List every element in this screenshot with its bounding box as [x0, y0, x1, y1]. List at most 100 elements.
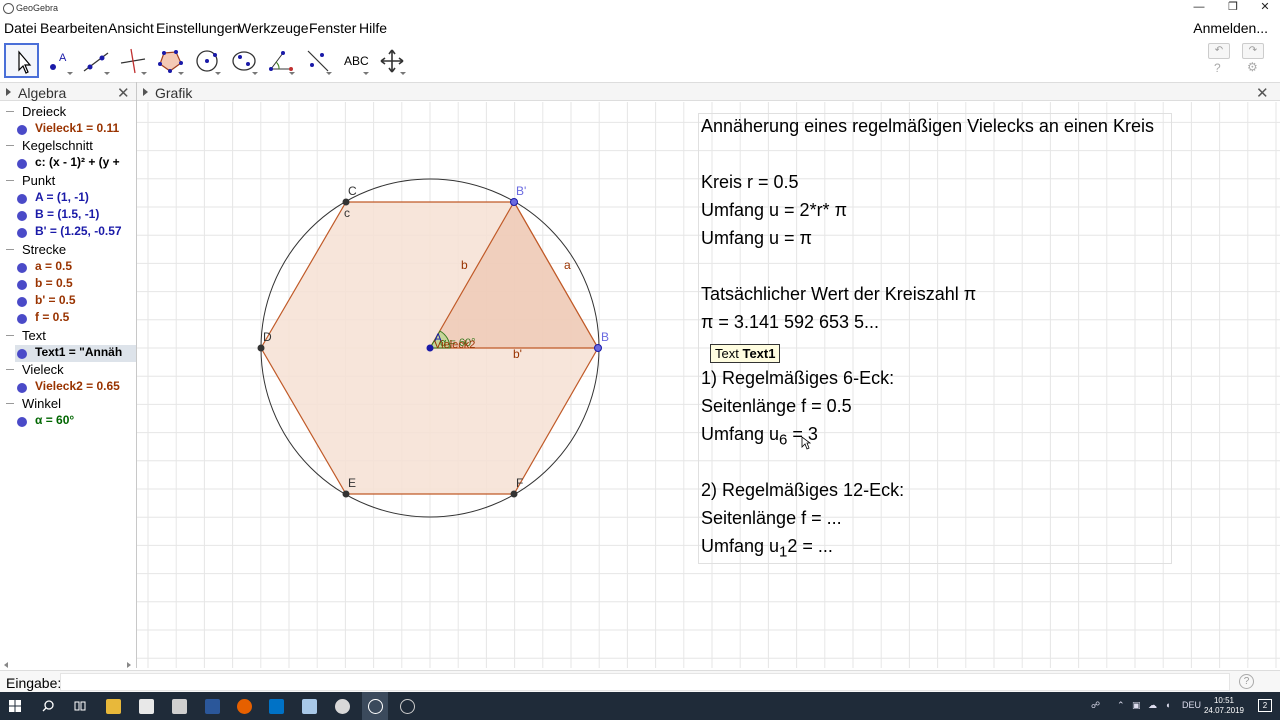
app-icon[interactable] [205, 699, 220, 714]
visibility-toggle-icon[interactable] [17, 383, 27, 393]
search-icon[interactable] [42, 700, 54, 712]
algebra-group-label[interactable]: Vieleck [22, 362, 64, 377]
visibility-toggle-icon[interactable] [17, 210, 27, 221]
algebra-item[interactable]: Vieleck2 = 0.65 [15, 379, 136, 396]
visibility-toggle-icon[interactable] [17, 193, 27, 204]
visibility-toggle-icon[interactable] [17, 125, 27, 135]
visibility-toggle-icon[interactable] [17, 262, 27, 273]
app-icon[interactable] [335, 699, 350, 714]
menu-ansicht[interactable]: Ansicht [108, 20, 154, 36]
text-tool-button[interactable]: ABC [337, 43, 372, 78]
menu-werkzeuge[interactable]: Werkzeuge [238, 20, 309, 36]
algebra-group-label[interactable]: Winkel [22, 396, 61, 411]
help-icon[interactable]: ? [1214, 61, 1221, 75]
group-connector [6, 334, 14, 336]
geogebra-classic-icon[interactable] [400, 699, 415, 714]
settings-gear-icon[interactable]: ⚙ [1247, 60, 1258, 74]
notes-icon[interactable] [302, 699, 317, 714]
polygon-tool-button[interactable] [152, 43, 187, 78]
point-tool-button[interactable]: A [41, 43, 76, 78]
algebra-item[interactable]: c: (x - 1)² + (y + [15, 155, 136, 172]
undo-button[interactable]: ↶ [1208, 43, 1230, 59]
algebra-item[interactable]: f = 0.5 [15, 310, 136, 327]
algebra-group-label[interactable]: Dreieck [22, 104, 66, 119]
taskbar-clock[interactable]: 10:51 24.07.2019 [1204, 696, 1244, 716]
outlook-icon[interactable] [269, 699, 284, 714]
calculator-icon[interactable] [172, 699, 187, 714]
move-tool-button[interactable] [4, 43, 39, 78]
menu-hilfe[interactable]: Hilfe [359, 20, 387, 36]
text-line-pi-heading: Tatsächlicher Wert der Kreiszahl π [701, 284, 977, 304]
chevron-down-icon [400, 72, 406, 75]
window-title: GeoGebra [16, 3, 59, 13]
geogebra-taskbar-icon[interactable] [368, 699, 383, 714]
algebra-item[interactable]: Vieleck1 = 0.11 [15, 121, 136, 138]
cloud-icon[interactable]: ☁ [1148, 700, 1157, 711]
line-tool-button[interactable] [78, 43, 113, 78]
maximize-button[interactable]: ❐ [1216, 0, 1250, 17]
point-a[interactable] [426, 344, 434, 352]
visibility-toggle-icon[interactable] [17, 314, 27, 325]
close-algebra-view-button[interactable]: ✕ [117, 84, 130, 102]
point-d[interactable] [257, 344, 265, 352]
input-help-button[interactable]: ? [1239, 674, 1254, 689]
visibility-toggle-icon[interactable] [17, 417, 27, 428]
mail-icon[interactable] [139, 699, 154, 714]
algebra-item[interactable]: α = 60° [15, 413, 136, 430]
minimize-button[interactable]: — [1182, 0, 1216, 17]
chevron-up-icon[interactable]: ⌃ [1117, 700, 1125, 711]
menu-fenster[interactable]: Fenster [309, 20, 356, 36]
point-e[interactable] [342, 490, 350, 498]
people-icon[interactable]: ☍ [1091, 700, 1100, 711]
angle-tool-button[interactable] [263, 43, 298, 78]
point-b[interactable] [594, 344, 602, 352]
circle-tool-button[interactable] [189, 43, 224, 78]
algebra-group-label[interactable]: Punkt [22, 173, 55, 188]
algebra-item[interactable]: b' = 0.5 [15, 293, 136, 310]
algebra-item[interactable]: Text1 = "Annäh [15, 344, 136, 362]
collapse-caret-icon[interactable] [143, 88, 148, 96]
menu-bearbeiten[interactable]: Bearbeiten [40, 20, 108, 36]
visibility-toggle-icon[interactable] [17, 228, 27, 239]
point-c[interactable] [342, 198, 350, 206]
redo-button[interactable]: ↷ [1242, 43, 1264, 59]
menu-einstellungen[interactable]: Einstellungen [156, 20, 240, 36]
algebra-item[interactable]: B' = (1.25, -0.57 [15, 224, 136, 241]
volume-icon[interactable]: ◖ [1165, 700, 1170, 710]
visibility-toggle-icon[interactable] [17, 348, 27, 359]
perpendicular-tool-button[interactable] [115, 43, 150, 78]
visibility-toggle-icon[interactable] [17, 279, 27, 290]
chevron-down-icon [289, 72, 295, 75]
sign-in-link[interactable]: Anmelden... [1193, 20, 1268, 36]
algebra-group-label[interactable]: Kegelschnitt [22, 138, 93, 153]
conic-tool-button[interactable] [226, 43, 261, 78]
algebra-group-label[interactable]: Strecke [22, 242, 66, 257]
reflect-tool-button[interactable] [300, 43, 335, 78]
segment-b-prime-label: b' [513, 347, 522, 361]
visibility-toggle-icon[interactable] [17, 159, 27, 170]
algebra-group-label[interactable]: Text [22, 328, 46, 343]
menu-datei[interactable]: Datei [4, 20, 37, 36]
umfang-12-pre: Umfang u [701, 536, 780, 556]
firefox-icon[interactable] [237, 699, 252, 714]
notification-center-icon[interactable]: 2 [1258, 699, 1272, 712]
collapse-caret-icon[interactable] [6, 88, 11, 96]
task-view-icon[interactable] [74, 700, 86, 712]
move-view-tool-button[interactable] [374, 43, 409, 78]
algebra-item[interactable]: a = 0.5 [15, 259, 136, 276]
language-indicator[interactable]: DEU [1182, 700, 1201, 710]
algebra-item[interactable]: B = (1.5, -1) [15, 207, 136, 224]
algebra-item[interactable]: b = 0.5 [15, 276, 136, 293]
file-explorer-icon[interactable] [106, 699, 121, 714]
algebra-horizontal-scrollbar[interactable] [0, 658, 136, 668]
algebra-item-label: Vieleck1 = 0.11 [35, 121, 120, 135]
network-icon[interactable]: ▣ [1132, 700, 1141, 711]
close-graphics-view-button[interactable]: ✕ [1256, 84, 1269, 102]
windows-start-icon[interactable] [9, 700, 21, 712]
algebra-item[interactable]: A = (1, -1) [15, 190, 136, 207]
input-field[interactable] [60, 673, 1230, 691]
point-f[interactable] [510, 490, 518, 498]
visibility-toggle-icon[interactable] [17, 297, 27, 308]
point-b-prime[interactable] [510, 198, 518, 206]
close-window-button[interactable]: ✕ [1248, 0, 1280, 17]
